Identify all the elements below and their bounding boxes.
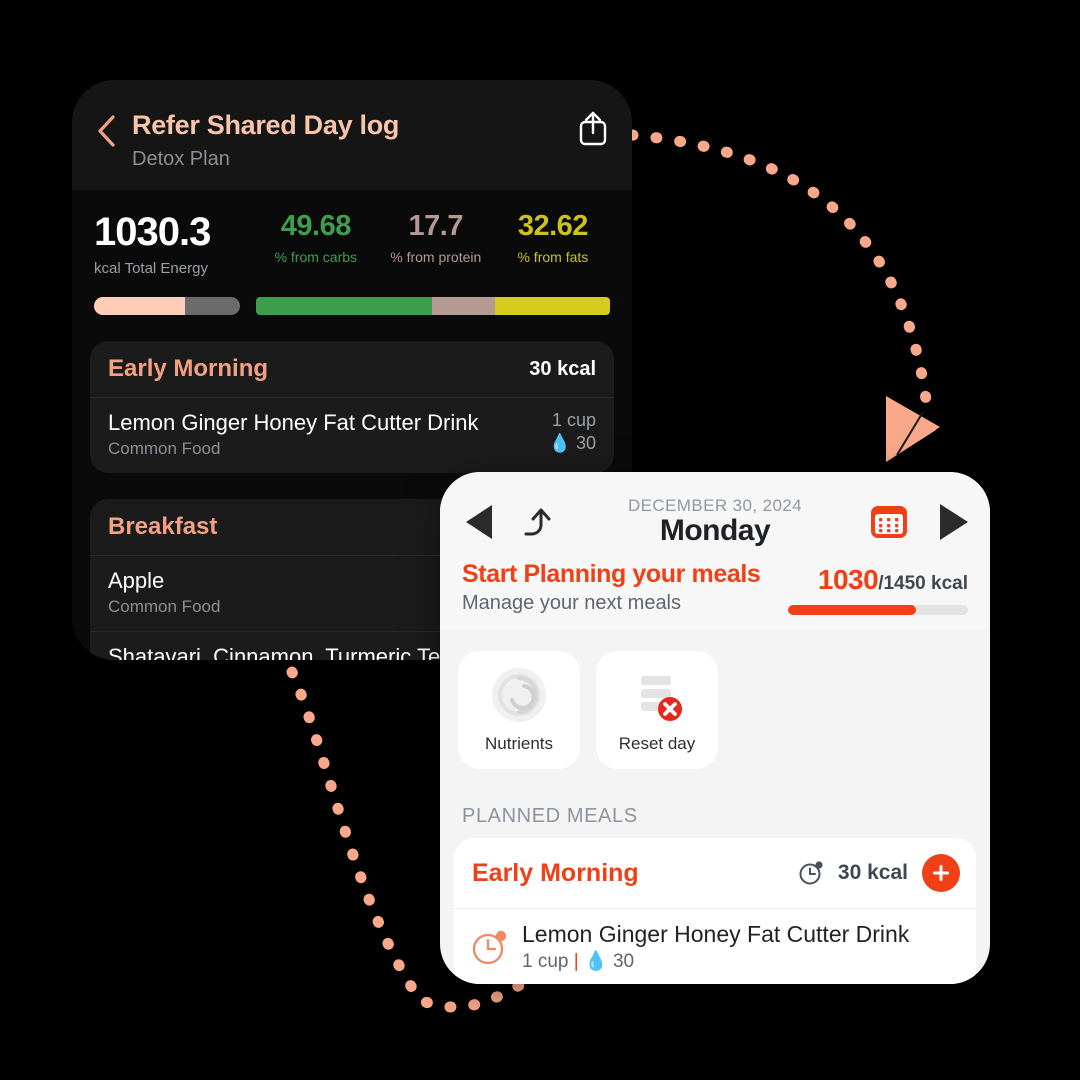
- energy-progress-fill: [94, 297, 185, 315]
- screenshot-stage: Refer Shared Day log Detox Plan 1030.3 k…: [0, 0, 1080, 1080]
- macro-fats: 32.62 % from fats: [496, 210, 610, 266]
- day-navigation: DECEMBER 30, 2024 Monday: [462, 494, 968, 550]
- meal-kcal: 30 kcal: [529, 357, 596, 380]
- page-title: Refer Shared Day log: [132, 110, 400, 140]
- calories-goal: /1450 kcal: [878, 573, 968, 594]
- planned-food-qty: 1 cup: [522, 951, 569, 972]
- macro-segment-protein: [431, 297, 495, 315]
- planned-meal-card[interactable]: Early Morning 30 kcal Lemon Ginger Honey…: [454, 838, 976, 984]
- food-source: Common Food: [108, 439, 221, 458]
- macro-protein-value: 17.7: [408, 210, 464, 242]
- plan-subtitle: Manage your next meals: [462, 592, 682, 614]
- planned-meal-kcal: 30 kcal: [837, 861, 908, 884]
- meal-header[interactable]: Early Morning 30 kcal: [90, 341, 614, 398]
- planned-food-cal: 30: [612, 951, 635, 972]
- tile-label: Reset day: [618, 734, 696, 753]
- macro-fats-value: 32.62: [517, 210, 589, 242]
- plan-summary-row: Start Planning your meals Manage your ne…: [462, 560, 968, 615]
- cursor-arrow-icon: [886, 396, 940, 462]
- calendar-icon[interactable]: [868, 503, 910, 541]
- nutrition-summary: 1030.3 kcal Total Energy 49.68 % from ca…: [72, 190, 632, 315]
- calorie-progress-bar: [788, 605, 968, 615]
- total-energy: 1030.3 kcal Total Energy: [94, 212, 256, 277]
- macro-protein-label: % from protein: [390, 249, 482, 265]
- calories-consumed: 1030: [817, 564, 879, 595]
- macro-distribution-bar: [256, 297, 610, 315]
- calorie-progress-fill: [788, 605, 916, 615]
- planner-header: DECEMBER 30, 2024 Monday Start Planning …: [440, 472, 990, 629]
- planned-meal-name: Early Morning: [472, 858, 639, 887]
- food-quantity: 1 cup: [551, 410, 596, 430]
- total-energy-value: 1030.3: [94, 210, 211, 254]
- clock-icon: [472, 930, 507, 965]
- meal-name: Breakfast: [108, 513, 218, 540]
- plus-icon: [933, 865, 949, 881]
- macro-protein: 17.7 % from protein: [376, 210, 496, 266]
- planned-food-name: Lemon Ginger Honey Fat Cutter Drink: [522, 921, 910, 947]
- dark-header: Refer Shared Day log Detox Plan: [72, 80, 632, 190]
- dotted-path-top: [626, 129, 934, 421]
- macro-carbs: 49.68 % from carbs: [256, 210, 376, 266]
- macro-segment-fats: [494, 297, 610, 315]
- meal-name: Early Morning: [108, 355, 269, 382]
- redo-arrow-icon[interactable]: [518, 504, 558, 540]
- flame-icon: 💧: [548, 433, 571, 453]
- macro-bars: [94, 297, 610, 315]
- plan-title: Start Planning your meals: [462, 560, 761, 588]
- calorie-values: 1030/1450 kcal: [788, 564, 968, 596]
- planned-food-row[interactable]: Lemon Ginger Honey Fat Cutter Drink 1 cu…: [454, 909, 976, 984]
- food-name: Shatavari, Cinnamon, Turmeric Tea: [108, 644, 453, 660]
- page-subtitle: Detox Plan: [132, 148, 230, 170]
- quick-action-tiles: Nutrients Reset day: [440, 629, 990, 769]
- macro-segment-carbs: [256, 297, 432, 315]
- reset-day-icon: [641, 676, 682, 721]
- clock-icon: [799, 861, 823, 885]
- food-name: Apple: [108, 568, 165, 593]
- planned-meals-label: PLANNED MEALS: [462, 805, 638, 827]
- macro-carbs-label: % from carbs: [274, 249, 358, 265]
- calorie-goal-block: 1030/1450 kcal: [788, 564, 968, 615]
- tile-nutrients[interactable]: Nutrients: [458, 651, 580, 769]
- day-planner-screen: DECEMBER 30, 2024 Monday Start Planning …: [440, 472, 990, 984]
- food-row[interactable]: Lemon Ginger Honey Fat Cutter Drink Comm…: [90, 398, 614, 473]
- triangle-left-icon[interactable]: [466, 505, 492, 539]
- share-icon[interactable]: [576, 108, 610, 148]
- plan-text-block: Start Planning your meals Manage your ne…: [462, 560, 761, 615]
- add-meal-button[interactable]: [922, 854, 960, 892]
- planned-meal-header[interactable]: Early Morning 30 kcal: [454, 838, 976, 909]
- separator: |: [573, 951, 579, 972]
- food-source: Common Food: [108, 597, 221, 616]
- total-energy-label: kcal Total Energy: [94, 260, 208, 277]
- food-calories: 💧 30: [548, 433, 596, 453]
- planned-food-meta: 1 cup | 💧 30: [522, 949, 909, 973]
- tile-label: Nutrients: [484, 734, 554, 753]
- macro-carbs-value: 49.68: [280, 210, 352, 242]
- flame-icon: 💧: [583, 951, 608, 972]
- nutrients-ring-icon: [492, 668, 546, 722]
- energy-progress-bar: [94, 297, 240, 315]
- triangle-right-icon[interactable]: [940, 504, 968, 540]
- chevron-left-icon[interactable]: [96, 114, 118, 148]
- tile-reset-day[interactable]: Reset day: [596, 651, 718, 769]
- food-name: Lemon Ginger Honey Fat Cutter Drink: [108, 410, 479, 435]
- meal-card-early-morning[interactable]: Early Morning 30 kcal Lemon Ginger Honey…: [90, 341, 614, 473]
- macro-fats-label: % from fats: [517, 249, 589, 265]
